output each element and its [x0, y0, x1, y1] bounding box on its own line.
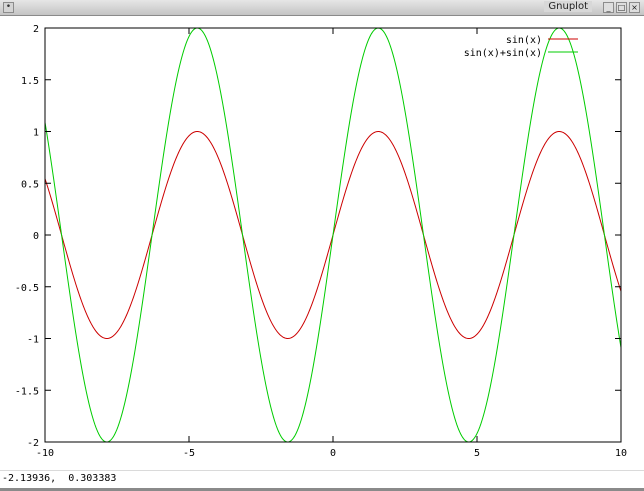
y-tick-label: 0.5: [21, 179, 39, 190]
series-line-2: [44, 27, 622, 443]
x-tick-label: 5: [474, 448, 480, 459]
y-tick-label: 1: [33, 128, 39, 139]
maximize-icon[interactable]: □: [616, 2, 627, 13]
window-title: Gnuplot: [544, 1, 592, 12]
x-tick-label: -5: [183, 448, 195, 459]
title-bar[interactable]: • Gnuplot _ □ ×: [0, 0, 644, 16]
y-tick-label: 1.5: [21, 76, 39, 87]
legend-label-2: sin(x)+sin(x): [464, 48, 542, 59]
plot-area[interactable]: -10 -5 0 5 10 -2 -1.5 -1 -0.5 0 0.5 1 1.5 2 sin(x) sin(…: [0, 16, 644, 470]
y-tick-label: -1.5: [15, 386, 39, 397]
minimize-icon[interactable]: _: [603, 2, 614, 13]
y-tick-label: -2: [27, 438, 39, 449]
y-tick-label: 0: [33, 231, 39, 242]
status-bar: -2.13936, 0.303383: [0, 470, 644, 491]
x-tick-label: 10: [615, 448, 627, 459]
close-icon[interactable]: ×: [629, 2, 640, 13]
line-chart[interactable]: -10 -5 0 5 10 -2 -1.5 -1 -0.5 0 0.5 1 1.5 2 sin(x) sin(…: [0, 16, 644, 470]
y-tick-label: -1: [27, 335, 39, 346]
x-tick-label: 0: [330, 448, 336, 459]
y-tick-label: 2: [33, 24, 39, 35]
legend-label-1: sin(x): [506, 35, 542, 46]
window-menu-icon[interactable]: •: [3, 2, 14, 13]
x-tick-label: -10: [36, 448, 54, 459]
y-tick-label: -0.5: [15, 283, 39, 294]
coordinate-readout: -2.13936, 0.303383: [2, 473, 117, 484]
